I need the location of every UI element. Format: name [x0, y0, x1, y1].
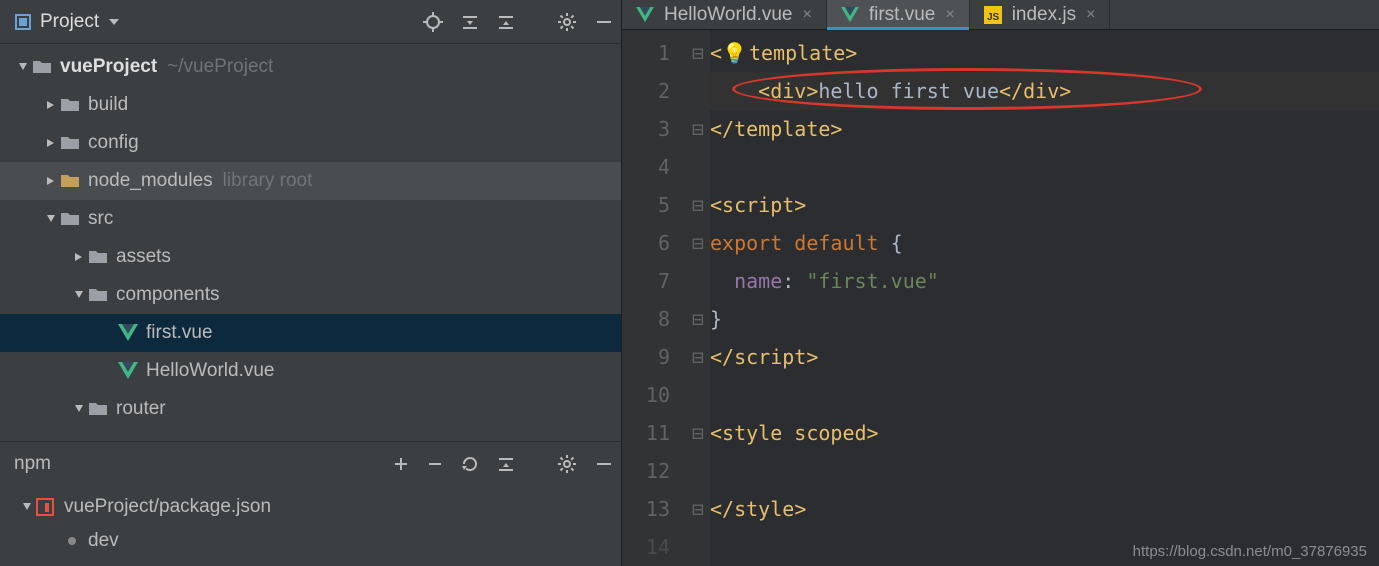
code-token: name — [734, 262, 782, 300]
code-token: template — [749, 34, 845, 72]
svg-text:JS: JS — [987, 12, 1000, 23]
tree-item-components[interactable]: components — [0, 276, 621, 314]
code-token: template — [734, 110, 830, 148]
tree-item-config[interactable]: config — [0, 124, 621, 162]
tree-label: node_modules — [88, 170, 213, 192]
remove-icon[interactable] — [427, 456, 443, 472]
chevron-down-icon[interactable] — [109, 19, 119, 25]
tree-item-assets[interactable]: assets — [0, 238, 621, 276]
editor-tabs: HelloWorld.vue × first.vue × JS index.js… — [622, 0, 1379, 30]
code-token: div — [770, 72, 806, 110]
folder-icon — [32, 59, 52, 75]
npm-package-row[interactable]: vueProject/package.json — [0, 490, 621, 524]
locate-icon[interactable] — [423, 12, 443, 32]
folder-icon — [88, 401, 108, 417]
tree-item-first-vue[interactable]: first.vue — [0, 314, 621, 352]
tab-label: first.vue — [869, 4, 936, 26]
project-title[interactable]: Project — [40, 11, 99, 33]
npm-package-label: vueProject/package.json — [64, 496, 271, 518]
close-icon[interactable]: × — [802, 6, 811, 24]
tree-item-src[interactable]: src — [0, 200, 621, 238]
project-tree[interactable]: vueProject ~/vueProject build config nod… — [0, 44, 621, 441]
code-token: hello first vue — [818, 72, 999, 110]
watermark-text: https://blog.csdn.net/m0_37876935 — [1133, 543, 1367, 560]
folder-icon — [88, 249, 108, 265]
folder-icon — [60, 211, 80, 227]
bullet-icon — [68, 537, 76, 545]
close-icon[interactable]: × — [945, 6, 954, 24]
collapse-icon[interactable] — [497, 455, 515, 473]
tree-hint: library root — [223, 170, 313, 192]
tab-label: HelloWorld.vue — [664, 4, 792, 26]
minimize-icon[interactable] — [595, 13, 613, 31]
code-token: div — [1023, 72, 1059, 110]
project-sidebar: Project vueProject — [0, 0, 622, 566]
gear-icon[interactable] — [557, 12, 577, 32]
fold-column[interactable]: ⊟⊟⊟⊟⊟⊟⊟⊟ — [686, 30, 710, 566]
vue-file-icon — [636, 7, 654, 23]
code-token: "first.vue" — [806, 262, 938, 300]
tree-label: first.vue — [146, 322, 213, 344]
tree-label: build — [88, 94, 128, 116]
project-icon — [14, 13, 32, 31]
tab-helloworld[interactable]: HelloWorld.vue × — [622, 0, 827, 29]
npm-icon — [36, 498, 54, 516]
code-token: export — [710, 224, 794, 262]
minimize-icon[interactable] — [595, 455, 613, 473]
npm-panel: npm vueProject/package.json dev — [0, 441, 621, 566]
vue-file-icon — [118, 362, 138, 380]
tree-label: HelloWorld.vue — [146, 360, 274, 382]
tab-indexjs[interactable]: JS index.js × — [970, 0, 1111, 29]
code-token: default — [794, 224, 890, 262]
gear-icon[interactable] — [557, 454, 577, 474]
tree-item-node-modules[interactable]: node_modules library root — [0, 162, 621, 200]
code-token: script — [722, 186, 794, 224]
tree-label: config — [88, 132, 139, 154]
bulb-icon[interactable]: 💡 — [722, 34, 747, 72]
tree-label: router — [116, 398, 166, 420]
line-gutter: 1234567891011121314 — [622, 30, 686, 566]
tree-label: assets — [116, 246, 171, 268]
code-token: script — [734, 338, 806, 376]
npm-script-row[interactable]: dev — [0, 524, 621, 558]
folder-icon — [60, 97, 80, 113]
vue-file-icon — [841, 7, 859, 23]
code-content[interactable]: <💡template> <div>hello first vue</div> <… — [710, 30, 1379, 566]
tree-item-router[interactable]: router — [0, 390, 621, 428]
tab-first[interactable]: first.vue × — [827, 0, 970, 29]
folder-icon — [88, 287, 108, 303]
project-header: Project — [0, 0, 621, 44]
tree-item-root[interactable]: vueProject ~/vueProject — [0, 48, 621, 86]
editor-area: HelloWorld.vue × first.vue × JS index.js… — [622, 0, 1379, 566]
npm-title: npm — [14, 453, 393, 475]
code-token: style scoped — [722, 414, 867, 452]
code-area[interactable]: 1234567891011121314 ⊟⊟⊟⊟⊟⊟⊟⊟ <💡template>… — [622, 30, 1379, 566]
tree-label: components — [116, 284, 220, 306]
tree-label: vueProject — [60, 56, 157, 78]
npm-header: npm — [0, 442, 621, 486]
collapse-all-icon[interactable] — [497, 13, 515, 31]
tree-item-helloworld-vue[interactable]: HelloWorld.vue — [0, 352, 621, 390]
tree-item-build[interactable]: build — [0, 86, 621, 124]
tree-path: ~/vueProject — [167, 56, 273, 78]
code-token: style — [734, 490, 794, 528]
folder-icon — [60, 135, 80, 151]
vue-file-icon — [118, 324, 138, 342]
npm-script-label: dev — [88, 530, 119, 552]
add-icon[interactable] — [393, 456, 409, 472]
js-file-icon: JS — [984, 6, 1002, 24]
expand-all-icon[interactable] — [461, 13, 479, 31]
folder-icon — [60, 173, 80, 189]
tree-label: src — [88, 208, 113, 230]
tab-label: index.js — [1012, 4, 1076, 26]
close-icon[interactable]: × — [1086, 6, 1095, 24]
refresh-icon[interactable] — [461, 455, 479, 473]
